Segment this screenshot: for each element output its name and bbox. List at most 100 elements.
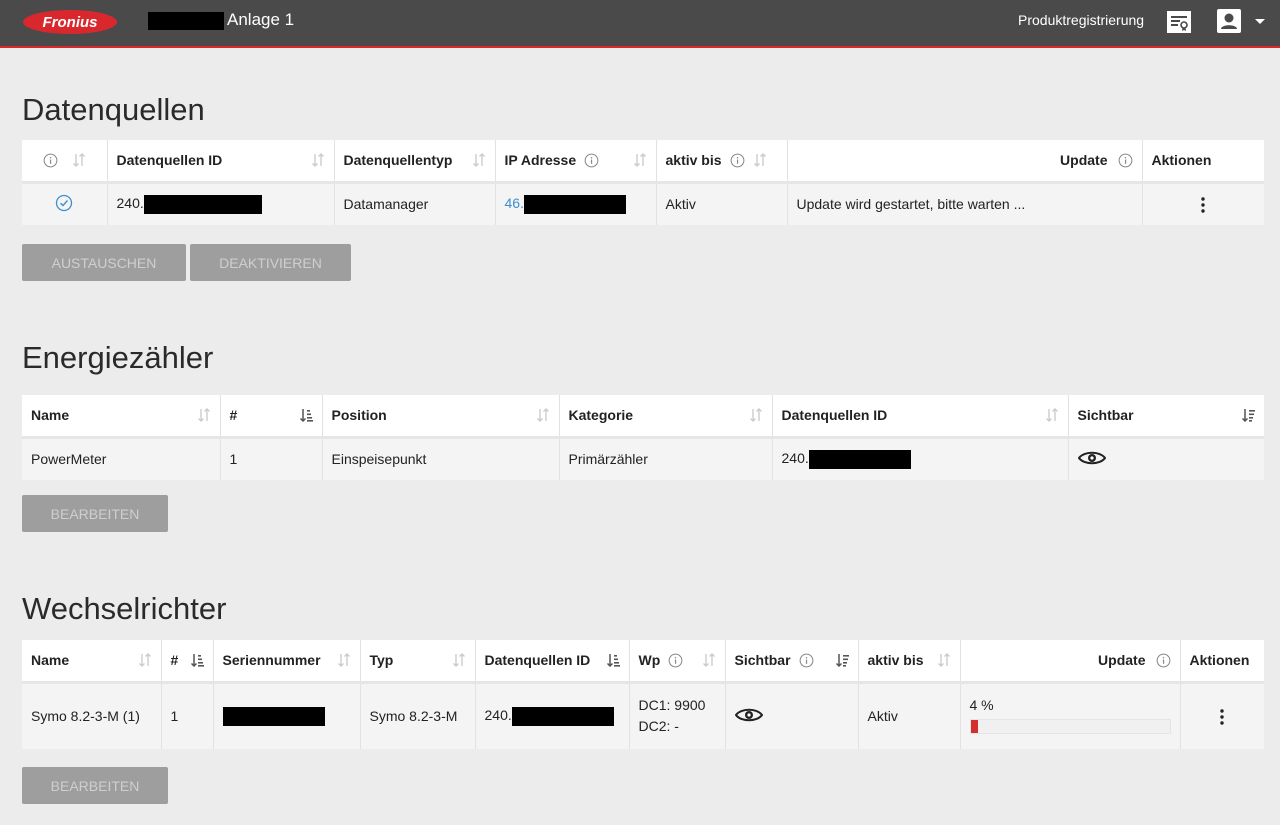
- ip-address-link[interactable]: 46.: [505, 195, 524, 211]
- sort-icon[interactable]: [702, 653, 716, 668]
- active-until-cell: Aktiv: [858, 682, 961, 749]
- sort-icon[interactable]: [937, 653, 951, 668]
- sort-icon[interactable]: [138, 653, 152, 668]
- column-number[interactable]: #: [220, 395, 323, 439]
- dc2-value: DC2: -: [638, 718, 679, 735]
- table-header-row: Name # Seriennummer Typ Datenquellen ID …: [22, 640, 1264, 684]
- column-name[interactable]: Name: [22, 395, 221, 439]
- table-row[interactable]: 240. Datamanager 46. Aktiv Update wird g…: [22, 182, 1264, 225]
- meter-category-cell: Primärzähler: [559, 437, 773, 480]
- sort-icon[interactable]: [1045, 408, 1059, 423]
- column-wp[interactable]: Wp: [629, 640, 726, 684]
- sort-icon[interactable]: [753, 153, 767, 168]
- datasource-id-cell: 240.: [475, 682, 630, 749]
- meter-number-cell: 1: [220, 437, 323, 480]
- column-number[interactable]: #: [161, 640, 214, 684]
- redacted-value: [523, 194, 626, 214]
- user-account-icon[interactable]: [1216, 9, 1242, 33]
- info-icon[interactable]: [43, 153, 58, 168]
- eye-icon[interactable]: [1077, 450, 1106, 466]
- redacted-value: [808, 449, 911, 469]
- column-serial-number[interactable]: Seriennummer: [213, 640, 361, 684]
- column-label: aktiv bis: [665, 152, 722, 169]
- column-label: Typ: [369, 652, 394, 669]
- visible-cell[interactable]: [725, 682, 859, 749]
- edit-inverters-button[interactable]: BEARBEITEN: [22, 767, 168, 804]
- info-icon[interactable]: [584, 153, 599, 168]
- column-label: Name: [31, 407, 70, 424]
- column-active-until[interactable]: aktiv bis: [858, 640, 961, 684]
- redacted-value: [511, 706, 614, 726]
- sort-icon[interactable]: [452, 653, 466, 668]
- edit-meters-button[interactable]: BEARBEITEN: [22, 495, 168, 532]
- sort-descending-icon[interactable]: [1241, 408, 1255, 423]
- column-label: Name: [31, 652, 70, 669]
- actions-cell[interactable]: [1180, 682, 1264, 749]
- column-name[interactable]: Name: [22, 640, 162, 684]
- table-row[interactable]: PowerMeter 1 Einspeisepunkt Primärzähler…: [22, 437, 1264, 480]
- certificate-icon[interactable]: [1166, 10, 1192, 34]
- chevron-down-icon[interactable]: [1254, 18, 1266, 26]
- dc1-value: DC1: 9900: [638, 697, 706, 714]
- sort-descending-icon[interactable]: [835, 653, 849, 668]
- status-cell: [22, 182, 108, 225]
- column-active-until[interactable]: aktiv bis: [656, 140, 788, 184]
- info-icon[interactable]: [799, 653, 814, 668]
- column-actions: Aktionen: [1142, 140, 1264, 184]
- column-label: Kategorie: [568, 407, 634, 424]
- datasource-id-prefix: 240.: [484, 706, 512, 723]
- info-icon[interactable]: [668, 653, 683, 668]
- column-category[interactable]: Kategorie: [559, 395, 773, 439]
- eye-icon[interactable]: [734, 707, 763, 723]
- table-header-row: Name # Position Kategorie Datenquellen I…: [22, 395, 1264, 439]
- column-label: Datenquellen ID: [116, 152, 223, 169]
- ip-address-cell[interactable]: 46.: [495, 182, 657, 225]
- actions-cell[interactable]: [1142, 182, 1264, 225]
- datasource-type-cell: Datamanager: [334, 182, 496, 225]
- redacted-value: [143, 194, 262, 214]
- column-label: Aktionen: [1151, 152, 1212, 169]
- update-status-cell: Update wird gestartet, bitte warten ...: [787, 182, 1143, 225]
- product-registration-link[interactable]: Produktregistrierung: [1018, 12, 1144, 28]
- sort-icon[interactable]: [311, 153, 325, 168]
- redacted-text: [148, 12, 224, 30]
- column-visible[interactable]: Sichtbar: [1068, 395, 1264, 439]
- sort-icon[interactable]: [472, 153, 486, 168]
- deactivate-button[interactable]: DEAKTIVIEREN: [190, 244, 351, 281]
- column-label: #: [170, 652, 179, 669]
- info-icon[interactable]: [1118, 153, 1133, 168]
- column-ip-address[interactable]: IP Adresse: [495, 140, 657, 184]
- inverter-name-cell: Symo 8.2-3-M (1): [22, 682, 162, 749]
- column-datasource-id[interactable]: Datenquellen ID: [107, 140, 335, 184]
- top-bar: Fronius Anlage 1 Produktregistrierung: [0, 0, 1280, 48]
- more-vert-icon[interactable]: [1220, 709, 1224, 725]
- column-position[interactable]: Position: [322, 395, 560, 439]
- sort-icon[interactable]: [633, 153, 647, 168]
- sort-icon[interactable]: [72, 153, 86, 168]
- datasource-id-prefix: 240.: [116, 194, 144, 211]
- replace-button[interactable]: AUSTAUSCHEN: [22, 244, 186, 281]
- sort-ascending-icon[interactable]: [190, 653, 204, 668]
- info-icon[interactable]: [1156, 653, 1171, 668]
- column-label: Datenquellentyp: [343, 152, 453, 169]
- sort-icon[interactable]: [337, 653, 351, 668]
- column-datasource-id[interactable]: Datenquellen ID: [772, 395, 1069, 439]
- more-vert-icon[interactable]: [1201, 197, 1205, 213]
- fronius-logo[interactable]: Fronius: [22, 9, 118, 35]
- sort-icon[interactable]: [536, 408, 550, 423]
- column-type[interactable]: Typ: [360, 640, 476, 684]
- sort-ascending-icon[interactable]: [606, 653, 620, 668]
- info-icon[interactable]: [730, 153, 745, 168]
- progress-fill: [970, 719, 979, 733]
- column-visible[interactable]: Sichtbar: [725, 640, 859, 684]
- table-row[interactable]: Symo 8.2-3-M (1) 1 Symo 8.2-3-M 240. DC1…: [22, 682, 1264, 749]
- meter-name-cell: PowerMeter: [22, 437, 221, 480]
- sort-ascending-icon[interactable]: [299, 408, 313, 423]
- column-datasource-type[interactable]: Datenquellentyp: [334, 140, 496, 184]
- column-datasource-id[interactable]: Datenquellen ID: [475, 640, 630, 684]
- column-actions: Aktionen: [1180, 640, 1264, 684]
- update-progress-cell: 4 %: [960, 682, 1181, 749]
- sort-icon[interactable]: [197, 408, 211, 423]
- visible-cell[interactable]: [1068, 437, 1264, 480]
- sort-icon[interactable]: [749, 408, 763, 423]
